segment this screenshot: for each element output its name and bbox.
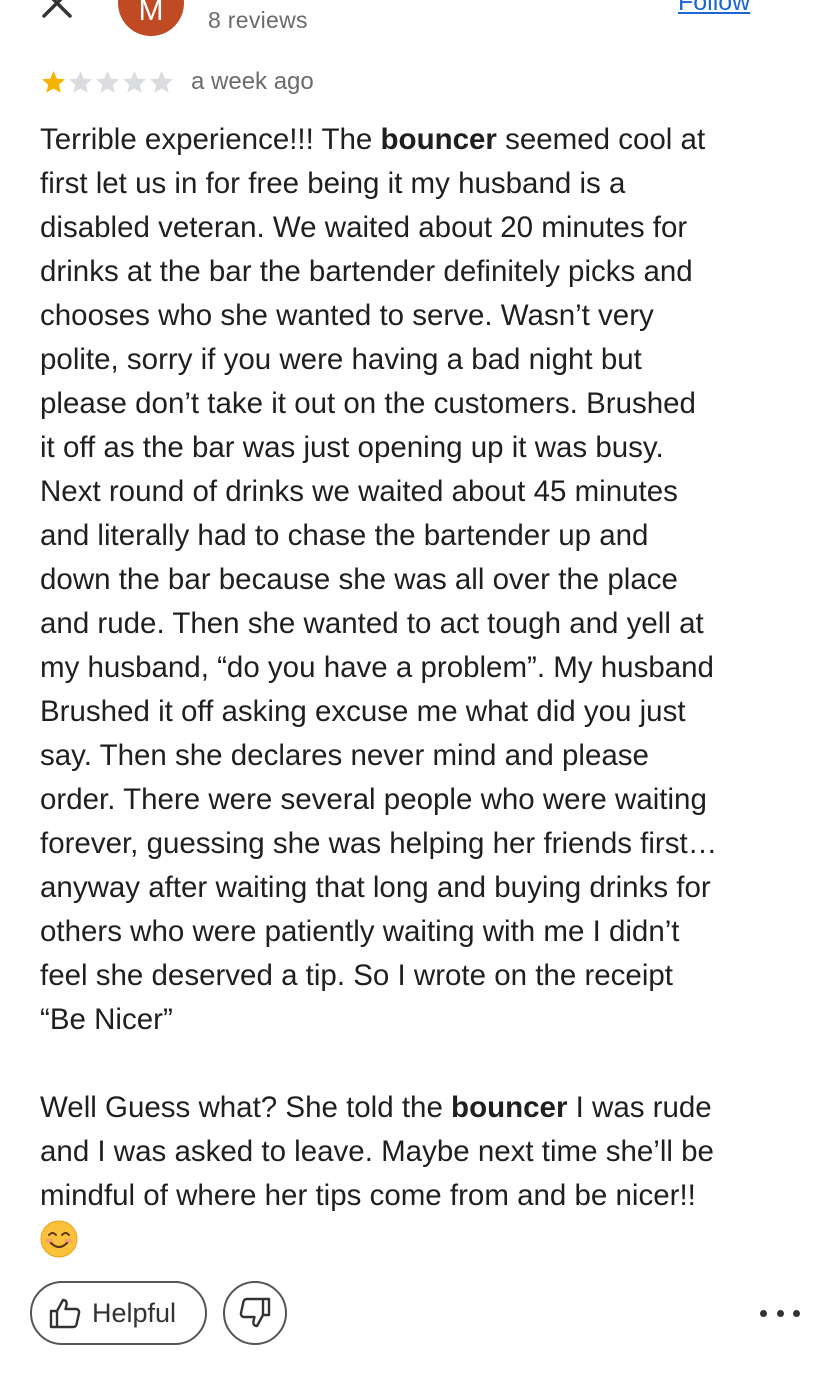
highlighted-keyword: bouncer xyxy=(451,1091,568,1124)
review-line: Next round of drinks we waited about 45 … xyxy=(40,475,678,508)
review-line: say. Then she declares never mind and pl… xyxy=(40,739,649,772)
review-line: anyway after waiting that long and buyin… xyxy=(40,871,711,904)
avatar-initial: M xyxy=(138,0,164,27)
review-page: M 8 reviews Follow a week ago Terrible e… xyxy=(0,0,828,1398)
review-date: a week ago xyxy=(191,68,314,95)
review-segment: Terrible experience!!! The xyxy=(40,123,381,156)
close-icon xyxy=(42,0,72,18)
review-line: polite, sorry if you were having a bad n… xyxy=(40,343,642,376)
follow-button[interactable]: Follow xyxy=(678,0,750,17)
review-line: and literally had to chase the bartender… xyxy=(40,519,649,552)
thumbs-up-icon xyxy=(49,1298,81,1329)
review-line: down the bar because she was all over th… xyxy=(40,563,678,596)
review-line: it off as the bar was just opening up it… xyxy=(40,431,664,464)
review-line: and I was asked to leave. Maybe next tim… xyxy=(40,1135,714,1168)
review-line: forever, guessing she was helping her fr… xyxy=(40,827,718,860)
reviewer-reviews-count: 8 reviews xyxy=(208,7,308,33)
not-helpful-button[interactable] xyxy=(223,1281,287,1345)
review-line: and rude. Then she wanted to act tough a… xyxy=(40,607,704,640)
review-line: first let us in for free being it my hus… xyxy=(40,167,626,200)
review-line: disabled veteran. We waited about 20 min… xyxy=(40,211,688,244)
review-line: mindful of where her tips come from and … xyxy=(40,1179,696,1212)
review-line: Brushed it off asking excuse me what did… xyxy=(40,695,686,728)
review-line: Well Guess what? She told the bouncer I … xyxy=(40,1086,800,1130)
more-options-button[interactable] xyxy=(760,1300,800,1326)
star-empty-icon xyxy=(96,70,119,93)
helpful-label: Helpful xyxy=(92,1297,177,1328)
review-line: please don’t take it out on the customer… xyxy=(40,387,696,420)
more-dot-icon xyxy=(760,1309,767,1317)
star-empty-icon xyxy=(150,70,173,93)
star-empty-icon xyxy=(69,70,92,93)
review-segment: seemed cool at xyxy=(496,123,706,156)
star-rating xyxy=(40,69,175,96)
star-filled-icon xyxy=(42,70,65,93)
review-line: drinks at the bar the bartender definite… xyxy=(40,255,693,288)
review-line: “Be Nicer” xyxy=(40,1003,173,1036)
star-empty-icon xyxy=(123,70,146,93)
helpful-button[interactable]: Helpful xyxy=(30,1281,207,1345)
review-line: Terrible experience!!! The bouncer seeme… xyxy=(40,118,800,162)
more-dot-icon xyxy=(776,1309,784,1317)
highlighted-keyword: bouncer xyxy=(380,123,497,156)
rating-row: a week ago xyxy=(40,68,314,96)
review-line: my husband, “do you have a problem”. My … xyxy=(40,651,714,684)
paragraph-break xyxy=(40,1042,800,1086)
review-text: Terrible experience!!! The bouncer seeme… xyxy=(40,118,800,1271)
review-segment: Well Guess what? She told the xyxy=(40,1091,452,1124)
more-dot-icon xyxy=(793,1309,800,1317)
review-line: chooses who she wanted to serve. Wasn’t … xyxy=(40,299,654,332)
review-line: order. There were several people who wer… xyxy=(40,783,707,816)
review-line: feel she deserved a tip. So I wrote on t… xyxy=(40,959,673,992)
thumbs-down-icon xyxy=(239,1297,271,1328)
avatar[interactable]: M xyxy=(118,0,184,36)
review-line: others who were patiently waiting with m… xyxy=(40,915,680,948)
smiling-face-emoji-icon xyxy=(40,1220,78,1258)
review-segment: I was rude xyxy=(567,1091,712,1124)
close-button[interactable] xyxy=(40,0,74,20)
